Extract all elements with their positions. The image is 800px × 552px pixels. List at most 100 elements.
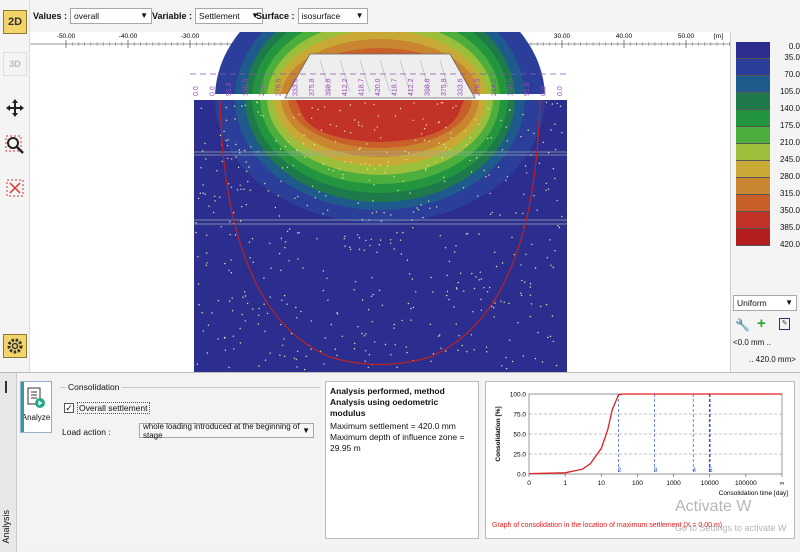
mesh-dot: [393, 327, 395, 329]
mesh-dot: [228, 300, 231, 302]
analyze-icon: [27, 387, 45, 408]
mesh-dot: [448, 298, 450, 301]
profile-value-label: 398.8: [425, 78, 432, 96]
mesh-dot: [334, 141, 337, 143]
mesh-dot: [550, 264, 552, 266]
legend-swatch: [736, 127, 770, 144]
mesh-dot: [226, 145, 229, 147]
add-icon[interactable]: +: [757, 315, 766, 332]
mesh-dot: [540, 305, 542, 308]
mesh-dot: [368, 179, 371, 181]
chevron-down-icon: ▼: [355, 11, 364, 20]
mesh-dot: [523, 193, 525, 195]
mesh-dot: [357, 202, 359, 204]
mesh-dot: [244, 149, 246, 152]
mesh-dot: [520, 135, 522, 138]
profile-value-label: 276.5: [474, 78, 481, 96]
mesh-dot: [232, 335, 235, 337]
mesh-dot: [390, 239, 392, 241]
overall-settlement-option[interactable]: ✓ Overall settlement: [64, 402, 150, 414]
mesh-dot: [207, 324, 210, 326]
mesh-dot: [322, 270, 324, 272]
values-selected-value: overall: [74, 11, 100, 21]
mesh-dot: [358, 248, 361, 250]
mesh-dot: [361, 299, 364, 301]
tab-analysis[interactable]: Analysis: [0, 373, 17, 552]
mesh-dot: [387, 165, 389, 167]
mesh-dot: [547, 336, 549, 339]
zoom-tool-button[interactable]: [3, 133, 27, 157]
mesh-dot: [529, 286, 531, 288]
mesh-dot: [280, 269, 282, 271]
mesh-dot: [197, 256, 199, 258]
mesh-dot: [371, 321, 373, 323]
mesh-dot: [555, 364, 558, 367]
mesh-dot: [366, 143, 368, 145]
view-2d-button[interactable]: 2D: [3, 10, 27, 34]
stage-marker-label: 4: [692, 467, 696, 474]
mesh-dot: [364, 102, 366, 104]
mesh-dot: [231, 158, 233, 160]
zoom-extents-button[interactable]: [3, 176, 27, 200]
mesh-dot: [520, 292, 522, 294]
mesh-dot: [500, 119, 502, 122]
stage-marker-label: 5: [709, 467, 713, 474]
mesh-dot: [316, 238, 318, 240]
mesh-dot: [478, 233, 480, 235]
mesh-dot: [380, 137, 382, 139]
variable-select[interactable]: Settlement ▼: [195, 8, 264, 24]
wrench-icon[interactable]: 🔧: [735, 318, 750, 332]
mesh-dot: [545, 101, 548, 104]
values-select[interactable]: overall ▼: [70, 8, 153, 24]
mesh-dot: [295, 358, 297, 361]
mesh-dot: [475, 157, 478, 159]
mesh-dot: [205, 158, 207, 160]
mesh-dot: [452, 107, 454, 109]
x-tick-label: 0: [527, 480, 531, 487]
distribution-select[interactable]: Uniform ▼: [733, 295, 797, 311]
mesh-dot: [263, 303, 265, 305]
legend-value: 420.0: [779, 240, 800, 249]
mesh-dot: [245, 204, 247, 206]
legend-value: 315.0: [779, 189, 800, 198]
mesh-dot: [198, 304, 200, 306]
load-action-label: Load action :: [62, 427, 111, 437]
mesh-dot: [493, 307, 495, 309]
mesh-dot: [401, 319, 403, 322]
legend-swatch: [736, 178, 770, 195]
mesh-dot: [491, 305, 493, 308]
mesh-dot: [224, 262, 226, 265]
mesh-dot: [407, 302, 410, 305]
model-view[interactable]: -50.00-40.00-30.00-20.00-10.000.0010.002…: [30, 32, 730, 372]
mesh-dot: [554, 177, 556, 180]
edit-legend-icon[interactable]: ✎: [779, 318, 790, 330]
mesh-dot: [505, 356, 507, 359]
mesh-dot: [310, 348, 312, 350]
mesh-dot: [471, 272, 473, 275]
load-action-select[interactable]: whole loading introduced at the beginnin…: [139, 422, 314, 440]
mesh-dot: [336, 354, 338, 357]
mesh-dot: [384, 171, 386, 174]
surface-select[interactable]: isosurface ▼: [297, 8, 368, 24]
mesh-dot: [264, 330, 266, 332]
overall-settlement-checkbox[interactable]: ✓: [64, 403, 74, 413]
mesh-dot: [359, 163, 362, 165]
mesh-dot: [369, 244, 371, 247]
move-tool-button[interactable]: [3, 96, 27, 120]
profile-value-label: 420.0: [375, 78, 382, 96]
settings-button[interactable]: [3, 334, 27, 358]
mesh-dot: [429, 207, 431, 209]
mesh-dot: [247, 180, 249, 183]
profile-value-label: 91.8: [524, 82, 531, 96]
view-3d-button[interactable]: 3D: [3, 52, 27, 76]
mesh-dot: [448, 148, 451, 151]
mesh-dot: [237, 166, 240, 169]
mesh-dot: [246, 170, 248, 172]
mesh-dot: [409, 273, 411, 275]
mesh-dot: [374, 129, 376, 131]
mesh-dot: [197, 197, 200, 200]
analyze-button[interactable]: Analyze: [20, 381, 52, 433]
mesh-dot: [450, 137, 452, 139]
mesh-dot: [542, 141, 544, 144]
mesh-dot: [297, 195, 299, 198]
